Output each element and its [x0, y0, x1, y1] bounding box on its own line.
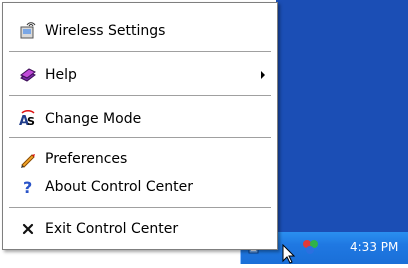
menu-separator	[9, 207, 271, 209]
menu-separator	[9, 95, 271, 97]
svg-text:S: S	[27, 115, 35, 128]
taskbar-clock[interactable]: 4:33 PM	[350, 240, 398, 254]
svg-text:?: ?	[23, 178, 32, 196]
menu-item-about-control-center[interactable]: ? About Control Center	[3, 173, 277, 201]
close-x-icon	[19, 220, 37, 238]
pencil-icon	[19, 150, 37, 168]
menu-item-label: Exit Control Center	[45, 221, 179, 237]
menu-item-label: Wireless Settings	[45, 23, 166, 39]
menu-item-help[interactable]: Help	[3, 61, 277, 89]
submenu-arrow-icon	[261, 71, 265, 79]
control-center-context-menu: Wireless Settings Help A S Change Mode P…	[2, 2, 278, 250]
desktop-wallpaper	[276, 0, 408, 232]
menu-item-wireless-settings[interactable]: Wireless Settings	[3, 17, 277, 45]
tray-control-center-icon[interactable]	[302, 238, 320, 256]
menu-separator	[9, 137, 271, 139]
menu-item-label: About Control Center	[45, 179, 194, 195]
menu-separator	[9, 51, 271, 53]
menu-item-preferences[interactable]: Preferences	[3, 145, 277, 173]
menu-item-change-mode[interactable]: A S Change Mode	[3, 105, 277, 133]
help-book-icon	[19, 66, 37, 84]
change-mode-icon: A S	[19, 110, 37, 128]
menu-item-label: Change Mode	[45, 111, 142, 127]
menu-item-label: Help	[45, 67, 77, 83]
menu-item-label: Preferences	[45, 151, 128, 167]
mouse-cursor-icon	[282, 243, 296, 264]
wireless-settings-icon	[19, 22, 37, 40]
question-mark-icon: ?	[19, 178, 37, 196]
menu-item-exit-control-center[interactable]: Exit Control Center	[3, 215, 277, 243]
